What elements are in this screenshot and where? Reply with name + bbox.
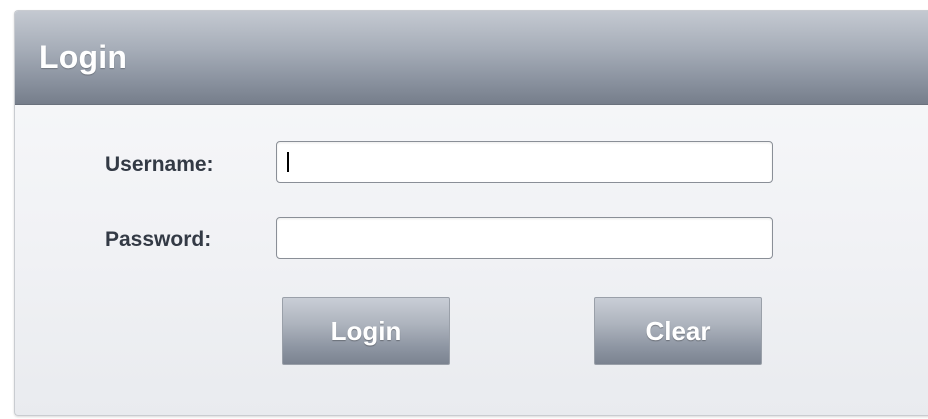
login-panel: Login Username: Password: Login Clear: [14, 10, 928, 416]
password-label: Password:: [105, 228, 212, 251]
password-input[interactable]: [276, 217, 773, 259]
username-label: Username:: [105, 153, 214, 176]
username-input[interactable]: [276, 141, 773, 183]
login-panel-header: Login: [15, 11, 928, 105]
panel-title: Login: [39, 39, 128, 75]
login-button[interactable]: Login: [282, 297, 450, 365]
clear-button[interactable]: Clear: [594, 297, 762, 365]
text-cursor: [287, 152, 289, 172]
